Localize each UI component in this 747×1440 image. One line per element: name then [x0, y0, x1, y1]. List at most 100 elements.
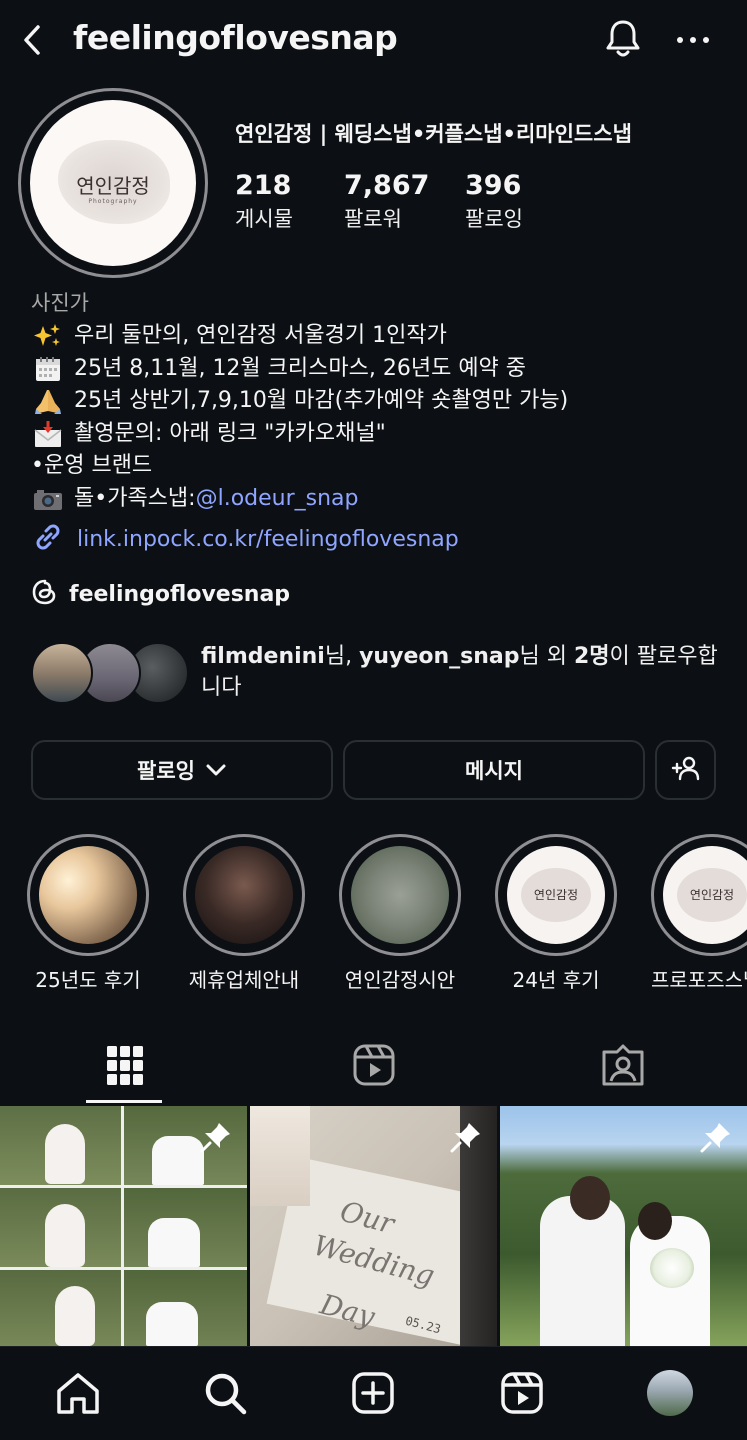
threads-badge[interactable]: feelingoflovesnap	[31, 577, 290, 611]
stat-value: 7,867	[344, 170, 430, 201]
message-button-label: 메시지	[465, 759, 523, 783]
mutual-follower-name: yuyeon_snap	[359, 644, 520, 669]
more-horizontal-icon[interactable]	[670, 22, 716, 58]
highlight-25-review[interactable]: 25년도 후기	[27, 834, 149, 993]
home-icon[interactable]	[52, 1367, 104, 1419]
tab-reels[interactable]	[249, 1030, 498, 1104]
profile-avatar-icon[interactable]	[644, 1367, 696, 1419]
stat-value: 218	[235, 170, 292, 201]
threads-icon	[31, 578, 59, 610]
highlight-partners[interactable]: 제휴업체안내	[183, 834, 305, 993]
threads-handle: feelingoflovesnap	[69, 581, 291, 607]
add-person-icon	[671, 755, 701, 786]
collage-figure	[152, 1136, 204, 1185]
highlight-ring	[27, 834, 149, 956]
pin-icon	[449, 1120, 483, 1154]
post-thumbnail[interactable]	[500, 1106, 747, 1346]
profile-tabs	[0, 1030, 747, 1104]
collage-figure	[45, 1124, 85, 1184]
profile-username: feelingoflovesnap	[73, 18, 398, 57]
mutual-text: 님 외	[519, 644, 574, 669]
bottom-navigation	[0, 1346, 747, 1440]
bio-line: 돌•가족스냅: @l.odeur_snap	[31, 483, 731, 516]
calendar-icon	[31, 355, 65, 383]
highlight-label: 제휴업체안내	[188, 968, 300, 992]
bio-line: 우리 둘만의, 연인감정 서울경기 1인작가	[31, 320, 731, 353]
stat-followers[interactable]: 7,867 팔로워	[344, 170, 429, 233]
highlight-ring	[339, 834, 461, 956]
stat-label: 게시물	[235, 207, 293, 231]
reels-icon	[352, 1043, 396, 1091]
profile-link[interactable]: link.inpock.co.kr/feelingoflovesnap	[31, 522, 459, 556]
bio-text: 돌•가족스냅:	[74, 485, 196, 511]
avatar-logo-subtext: Photography	[88, 198, 138, 205]
highlight-thumbnail	[195, 846, 293, 944]
highlight-thumbnail: 연인감정	[663, 846, 747, 944]
stat-posts[interactable]: 218 게시물	[235, 170, 293, 233]
create-icon[interactable]	[347, 1367, 399, 1419]
highlight-label: 연인감정시안	[344, 968, 456, 992]
bio-line: 25년 8,11월, 12월 크리스마스, 26년도 예약 중	[31, 353, 731, 386]
posts-grid: Our Wedding Day 05.23	[0, 1106, 747, 1346]
envelope-arrow-icon	[31, 420, 65, 448]
mutual-text: 님,	[324, 644, 360, 669]
chevron-down-icon	[205, 763, 227, 777]
highlight-sample[interactable]: 연인감정시안	[339, 834, 461, 993]
bio-line: •운영 브랜드	[31, 450, 731, 483]
following-button-label: 팔로잉	[137, 759, 195, 783]
profile-link-text[interactable]: link.inpock.co.kr/feelingoflovesnap	[77, 527, 459, 552]
suggested-users-button[interactable]	[655, 740, 716, 800]
reels-icon[interactable]	[496, 1367, 548, 1419]
tab-posts-grid[interactable]	[0, 1030, 249, 1104]
bride-head	[638, 1202, 672, 1240]
bio-line: 촬영문의: 아래 링크 "카카오채널"	[31, 418, 731, 451]
bio-text: 촬영문의: 아래 링크 "카카오채널"	[74, 420, 386, 446]
display-name: 연인감정 | 웨딩스냅•커플스냅•리마인드스냅	[235, 122, 632, 146]
grid-icon	[106, 1044, 144, 1090]
highlight-logo-text: 연인감정	[533, 888, 579, 902]
highlight-label: 24년 후기	[512, 968, 600, 992]
camera-icon	[31, 485, 65, 513]
active-tab-indicator	[86, 1100, 162, 1103]
chevron-left-icon[interactable]	[14, 20, 54, 60]
highlight-proposal[interactable]: 연인감정 프로포즈스냅	[651, 834, 747, 993]
highlight-24-review[interactable]: 연인감정 24년 후기	[495, 834, 617, 993]
highlight-thumbnail: 연인감정	[507, 846, 605, 944]
stat-value: 396	[465, 170, 522, 201]
highlight-label: 25년도 후기	[35, 968, 141, 992]
mutual-followers-text[interactable]: filmdenini님, yuyeon_snap님 외 2명이 팔로우합니다	[201, 641, 721, 703]
collage-figure	[55, 1286, 95, 1346]
tagged-icon	[601, 1043, 645, 1091]
bride-figure	[250, 1106, 310, 1206]
stat-label: 팔로워	[344, 207, 402, 231]
stat-following[interactable]: 396 팔로잉	[465, 170, 523, 233]
avatar-logo-text: 연인감정	[76, 174, 150, 198]
profile-category: 사진가	[31, 291, 89, 315]
avatar	[31, 642, 93, 704]
highlight-logo-text: 연인감정	[689, 888, 735, 902]
stat-label: 팔로잉	[465, 207, 523, 231]
groom-head	[570, 1176, 610, 1220]
mutual-followers-avatars[interactable]	[31, 642, 191, 704]
following-button[interactable]: 팔로잉	[31, 740, 333, 800]
sparkles-icon	[31, 322, 65, 350]
mutual-follower-name: filmdenini	[201, 644, 325, 669]
bio-mention-link[interactable]: @l.odeur_snap	[196, 483, 359, 516]
post-thumbnail[interactable]	[0, 1106, 247, 1346]
search-icon[interactable]	[199, 1367, 251, 1419]
folded-hands-icon	[31, 387, 65, 415]
tab-tagged[interactable]	[498, 1030, 747, 1104]
bouquet	[650, 1248, 694, 1288]
highlight-label: 프로포즈스냅	[651, 968, 747, 992]
link-icon	[31, 520, 65, 558]
pin-icon	[699, 1120, 733, 1154]
profile-bio: 우리 둘만의, 연인감정 서울경기 1인작가 25년 8,11월, 12월 크리…	[31, 320, 731, 515]
collage-figure	[45, 1204, 85, 1267]
post-thumbnail[interactable]: Our Wedding Day 05.23	[250, 1106, 497, 1346]
bell-icon[interactable]	[600, 16, 646, 62]
mutual-others-count: 2명	[573, 644, 610, 669]
bio-text: •운영 브랜드	[31, 453, 153, 478]
message-button[interactable]: 메시지	[343, 740, 645, 800]
collage-figure	[148, 1218, 200, 1267]
avatar[interactable]: 연인감정 Photography	[30, 100, 196, 266]
